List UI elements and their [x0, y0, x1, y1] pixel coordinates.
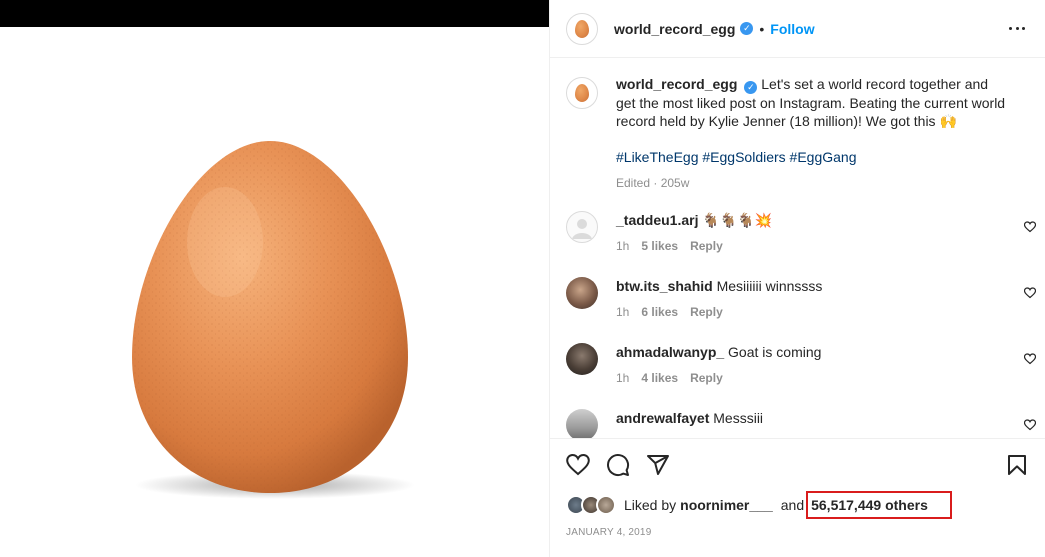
likes-count-highlight[interactable]: 56,517,449 others [806, 491, 952, 519]
comment-text: Goat is coming [728, 344, 822, 360]
liker-avatar [596, 495, 616, 515]
author-username[interactable]: world_record_egg [614, 21, 735, 37]
comment-item: andrewalfayet Messsiii [566, 409, 1036, 438]
post-media[interactable] [0, 0, 549, 557]
post-header: world_record_egg ✓ • Follow [550, 0, 1045, 58]
comment-item: btw.its_shahid Mesiiiiii winnssss 1h 6 l… [566, 277, 1036, 321]
caption-hashtags[interactable]: #LikeTheEgg #EggSoldiers #EggGang [616, 148, 1008, 166]
comment-heart-icon[interactable] [1024, 419, 1036, 431]
verified-badge-icon: ✓ [744, 81, 758, 94]
caption-emoji: 🙌 [939, 113, 957, 129]
author-avatar[interactable] [566, 12, 598, 45]
post-date: JANUARY 4, 2019 [566, 527, 652, 538]
egg-avatar-icon [575, 19, 589, 38]
comment-meta: 1h 4 likes Reply [616, 369, 1006, 387]
follow-button[interactable]: Follow [770, 21, 814, 37]
post-actions: Liked by noornimer___ and 56,517,449 oth… [550, 438, 1045, 557]
verified-badge-icon: ✓ [740, 22, 754, 35]
comment-meta: 1h 5 likes Reply [616, 237, 1006, 255]
comment-heart-icon[interactable] [1024, 287, 1036, 299]
reply-button[interactable]: Reply [690, 369, 723, 387]
more-options-icon[interactable] [1005, 18, 1029, 38]
comment-icon[interactable] [606, 453, 630, 477]
header-separator: • [759, 20, 765, 37]
comments-section[interactable]: world_record_egg ✓ Let's set a world reco… [550, 59, 1045, 438]
comment-body: btw.its_shahid Mesiiiiii winnssss 1h 6 l… [616, 277, 1006, 321]
comment-likes[interactable]: 4 likes [641, 369, 678, 387]
comment-likes[interactable]: 5 likes [641, 237, 678, 255]
commenter-avatar[interactable] [566, 343, 598, 375]
comment-username[interactable]: andrewalfayet [616, 410, 709, 426]
likes-summary: Liked by noornimer___ and 56,517,449 oth… [566, 491, 952, 519]
commenter-avatar[interactable] [566, 277, 598, 309]
comment-time: 1h [616, 239, 630, 253]
commenter-avatar[interactable] [566, 211, 598, 243]
egg-avatar-icon [575, 84, 589, 102]
instagram-post-view: world_record_egg ✓ • Follow world_record… [0, 0, 1045, 557]
comment-username[interactable]: btw.its_shahid [616, 278, 713, 294]
reply-button[interactable]: Reply [690, 303, 723, 321]
comment-item: ahmadalwanyp_ Goat is coming 1h 4 likes … [566, 343, 1036, 387]
comment-likes[interactable]: 6 likes [641, 303, 678, 321]
caption-edited-time: Edited · 205w [616, 176, 690, 190]
bookmark-icon[interactable] [1005, 453, 1029, 477]
heart-icon[interactable] [566, 453, 590, 477]
comment-username[interactable]: ahmadalwanyp_ [616, 344, 724, 360]
post-caption: world_record_egg ✓ Let's set a world reco… [566, 75, 1026, 192]
comment-body: _taddeu1.arj 🐐🐐🐐💥 1h 5 likes Reply [616, 211, 1006, 255]
share-icon[interactable] [646, 453, 670, 477]
comment-item: _taddeu1.arj 🐐🐐🐐💥 1h 5 likes Reply [566, 211, 1036, 255]
commenter-avatar[interactable] [566, 409, 598, 438]
comment-heart-icon[interactable] [1024, 221, 1036, 233]
comment-time: 1h [616, 371, 630, 385]
egg-illustration [132, 141, 415, 499]
comment-username[interactable]: _taddeu1.arj [616, 212, 698, 228]
comment-text: Mesiiiiii winnssss [716, 278, 823, 294]
default-avatar-icon [572, 219, 592, 239]
liked-by-user[interactable]: noornimer___ [680, 497, 773, 513]
caption-body: world_record_egg ✓ Let's set a world reco… [616, 75, 1008, 192]
comment-text: Messsiii [713, 410, 764, 426]
liked-by-label: Liked by [624, 497, 677, 513]
comment-meta: 1h 6 likes Reply [616, 303, 1006, 321]
comment-heart-icon[interactable] [1024, 353, 1036, 365]
comment-time: 1h [616, 305, 630, 319]
and-label: and [780, 497, 805, 513]
media-top-bar [0, 0, 549, 27]
post-side-panel: world_record_egg ✓ • Follow world_record… [549, 0, 1045, 557]
caption-avatar[interactable] [566, 77, 598, 109]
comment-body: andrewalfayet Messsiii [616, 409, 1006, 438]
caption-username[interactable]: world_record_egg [616, 76, 737, 92]
liked-avatars [566, 494, 618, 516]
reply-button[interactable]: Reply [690, 237, 723, 255]
egg-image [0, 27, 549, 557]
comment-body: ahmadalwanyp_ Goat is coming 1h 4 likes … [616, 343, 1006, 387]
comment-text: 🐐🐐🐐💥 [702, 212, 773, 228]
